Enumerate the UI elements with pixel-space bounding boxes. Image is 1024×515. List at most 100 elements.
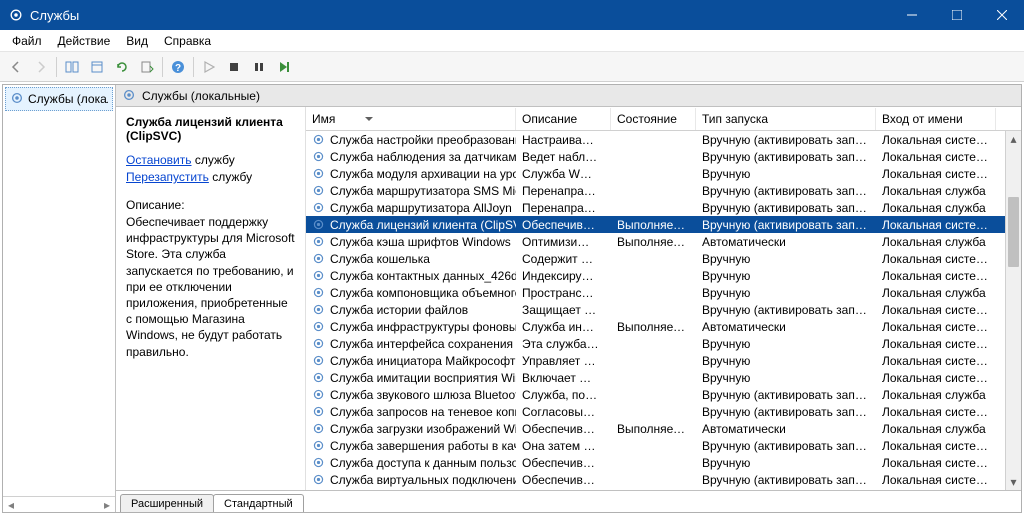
gear-icon bbox=[312, 133, 326, 147]
table-row[interactable]: Служба маршрутизатора SMS Micros…Перенап… bbox=[306, 182, 1021, 199]
table-row[interactable]: Служба компоновщика объемного з…Простран… bbox=[306, 284, 1021, 301]
forward-button[interactable] bbox=[29, 55, 53, 79]
table-row[interactable]: Служба завершения работы в качест…Она за… bbox=[306, 437, 1021, 454]
stop-service-button[interactable] bbox=[222, 55, 246, 79]
table-row[interactable]: Служба интерфейса сохранения сетиЭта слу… bbox=[306, 335, 1021, 352]
cell-start: Вручную (активировать запуск) bbox=[696, 388, 876, 402]
cell-logon: Локальная система bbox=[876, 439, 996, 453]
start-service-button[interactable] bbox=[197, 55, 221, 79]
table-row[interactable]: Служба запросов на теневое копиро…Соглас… bbox=[306, 403, 1021, 420]
close-button[interactable] bbox=[979, 0, 1024, 30]
pause-service-button[interactable] bbox=[247, 55, 271, 79]
gear-icon bbox=[122, 88, 138, 104]
table-row[interactable]: Служба наблюдения за датчикамиВедет набл… bbox=[306, 148, 1021, 165]
menu-action[interactable]: Действие bbox=[50, 32, 119, 50]
gear-icon bbox=[312, 150, 326, 164]
cell-desc: Служба W… bbox=[516, 167, 611, 181]
maximize-button[interactable] bbox=[934, 0, 979, 30]
gear-icon bbox=[312, 371, 326, 385]
minimize-button[interactable] bbox=[889, 0, 934, 30]
cell-name: Служба доступа к данным пользоват… bbox=[306, 456, 516, 470]
tab-standard[interactable]: Стандартный bbox=[213, 494, 304, 513]
table-row[interactable]: Служба кэша шрифтов WindowsОптимизи…Выпо… bbox=[306, 233, 1021, 250]
table-row[interactable]: Служба настройки преобразования I…Настра… bbox=[306, 131, 1021, 148]
cell-desc: Обеспечив… bbox=[516, 422, 611, 436]
description-label: Описание: bbox=[126, 198, 295, 212]
back-button[interactable] bbox=[4, 55, 28, 79]
table-row[interactable]: Служба звукового шлюза BluetoothСлужба, … bbox=[306, 386, 1021, 403]
col-header-desc[interactable]: Описание bbox=[516, 108, 611, 130]
col-header-name[interactable]: Имя bbox=[306, 108, 516, 130]
cell-logon: Локальная система bbox=[876, 473, 996, 487]
cell-start: Автоматически bbox=[696, 422, 876, 436]
col-header-logon[interactable]: Вход от имени bbox=[876, 108, 996, 130]
gear-icon bbox=[312, 252, 326, 266]
cell-state: Выполняется bbox=[611, 320, 696, 334]
svg-text:?: ? bbox=[175, 63, 181, 74]
tree-node-label: Службы (локалы bbox=[28, 92, 108, 106]
export-list-button[interactable] bbox=[135, 55, 159, 79]
gear-icon bbox=[312, 303, 326, 317]
col-header-state[interactable]: Состояние bbox=[611, 108, 696, 130]
menu-view[interactable]: Вид bbox=[118, 32, 156, 50]
cell-name: Служба интерфейса сохранения сети bbox=[306, 337, 516, 351]
gear-icon bbox=[312, 184, 326, 198]
cell-name: Служба виртуальных подключений … bbox=[306, 473, 516, 487]
cell-logon: Локальная система bbox=[876, 133, 996, 147]
cell-start: Вручную (активировать запуск) bbox=[696, 439, 876, 453]
table-row[interactable]: Служба маршрутизатора AllJoynПеренапра…В… bbox=[306, 199, 1021, 216]
table-row[interactable]: Служба модуля архивации на уровне…Служба… bbox=[306, 165, 1021, 182]
cell-logon: Локальная служба bbox=[876, 286, 996, 300]
gear-icon bbox=[312, 286, 326, 300]
gear-icon bbox=[8, 7, 24, 23]
restart-service-button[interactable] bbox=[272, 55, 296, 79]
table-row[interactable]: Служба инициатора Майкрософт iS…Управляе… bbox=[306, 352, 1021, 369]
gear-icon bbox=[312, 439, 326, 453]
table-row[interactable]: Служба загрузки изображений Wind…Обеспеч… bbox=[306, 420, 1021, 437]
properties-button[interactable] bbox=[85, 55, 109, 79]
cell-desc: Индексиру… bbox=[516, 269, 611, 283]
gear-icon bbox=[312, 405, 326, 419]
cell-logon: Локальная система bbox=[876, 303, 996, 317]
cell-name: Служба запросов на теневое копиро… bbox=[306, 405, 516, 419]
list-vscroll[interactable]: ▴ ▾ bbox=[1005, 131, 1021, 490]
tree-hscroll[interactable]: ◂▸ bbox=[3, 496, 115, 512]
cell-logon: Локальная система bbox=[876, 337, 996, 351]
cell-start: Вручную (активировать запуск) bbox=[696, 201, 876, 215]
stop-link[interactable]: Остановить bbox=[126, 153, 192, 167]
show-hide-tree-button[interactable] bbox=[60, 55, 84, 79]
table-row[interactable]: Служба имитации восприятия Wind…Включает… bbox=[306, 369, 1021, 386]
gear-icon bbox=[312, 456, 326, 470]
table-row[interactable]: Служба истории файловЗащищает …Вручную (… bbox=[306, 301, 1021, 318]
gear-icon bbox=[312, 218, 326, 232]
cell-start: Вручную (активировать запуск) bbox=[696, 218, 876, 232]
cell-desc: Пространс… bbox=[516, 286, 611, 300]
table-row[interactable]: Служба лицензий клиента (ClipSVC)Обеспеч… bbox=[306, 216, 1021, 233]
table-row[interactable]: Служба инфраструктуры фоновых з…Служба и… bbox=[306, 318, 1021, 335]
restart-link[interactable]: Перезапустить bbox=[126, 170, 209, 184]
cell-desc: Ведет набл… bbox=[516, 150, 611, 164]
menu-file[interactable]: Файл bbox=[4, 32, 50, 50]
main-area: Службы (локалы ◂▸ Службы (локальные) Слу… bbox=[2, 84, 1022, 513]
table-row[interactable]: Служба доступа к данным пользоват…Обеспе… bbox=[306, 454, 1021, 471]
cell-start: Вручную bbox=[696, 167, 876, 181]
description-pane: Служба лицензий клиента (ClipSVC) Остано… bbox=[116, 107, 306, 490]
col-header-start[interactable]: Тип запуска bbox=[696, 108, 876, 130]
cell-desc: Обеспечив… bbox=[516, 473, 611, 487]
table-row[interactable]: Служба контактных данных_426dc92bИндекси… bbox=[306, 267, 1021, 284]
cell-start: Вручную bbox=[696, 337, 876, 351]
table-row[interactable]: Служба виртуальных подключений …Обеспечи… bbox=[306, 471, 1021, 488]
cell-desc: Настраива… bbox=[516, 133, 611, 147]
cell-desc: Обеспечив… bbox=[516, 456, 611, 470]
cell-logon: Локальная служба bbox=[876, 184, 996, 198]
menu-help[interactable]: Справка bbox=[156, 32, 219, 50]
table-row[interactable]: Служба кошелькаСодержит …ВручнуюЛокальна… bbox=[306, 250, 1021, 267]
cell-start: Вручную bbox=[696, 456, 876, 470]
cell-name: Служба кошелька bbox=[306, 252, 516, 266]
refresh-button[interactable] bbox=[110, 55, 134, 79]
help-button[interactable]: ? bbox=[166, 55, 190, 79]
view-tabs: Расширенный Стандартный bbox=[116, 490, 1021, 512]
cell-desc: Содержит … bbox=[516, 252, 611, 266]
tree-node-services[interactable]: Службы (локалы bbox=[5, 87, 113, 111]
tab-extended[interactable]: Расширенный bbox=[120, 494, 214, 513]
